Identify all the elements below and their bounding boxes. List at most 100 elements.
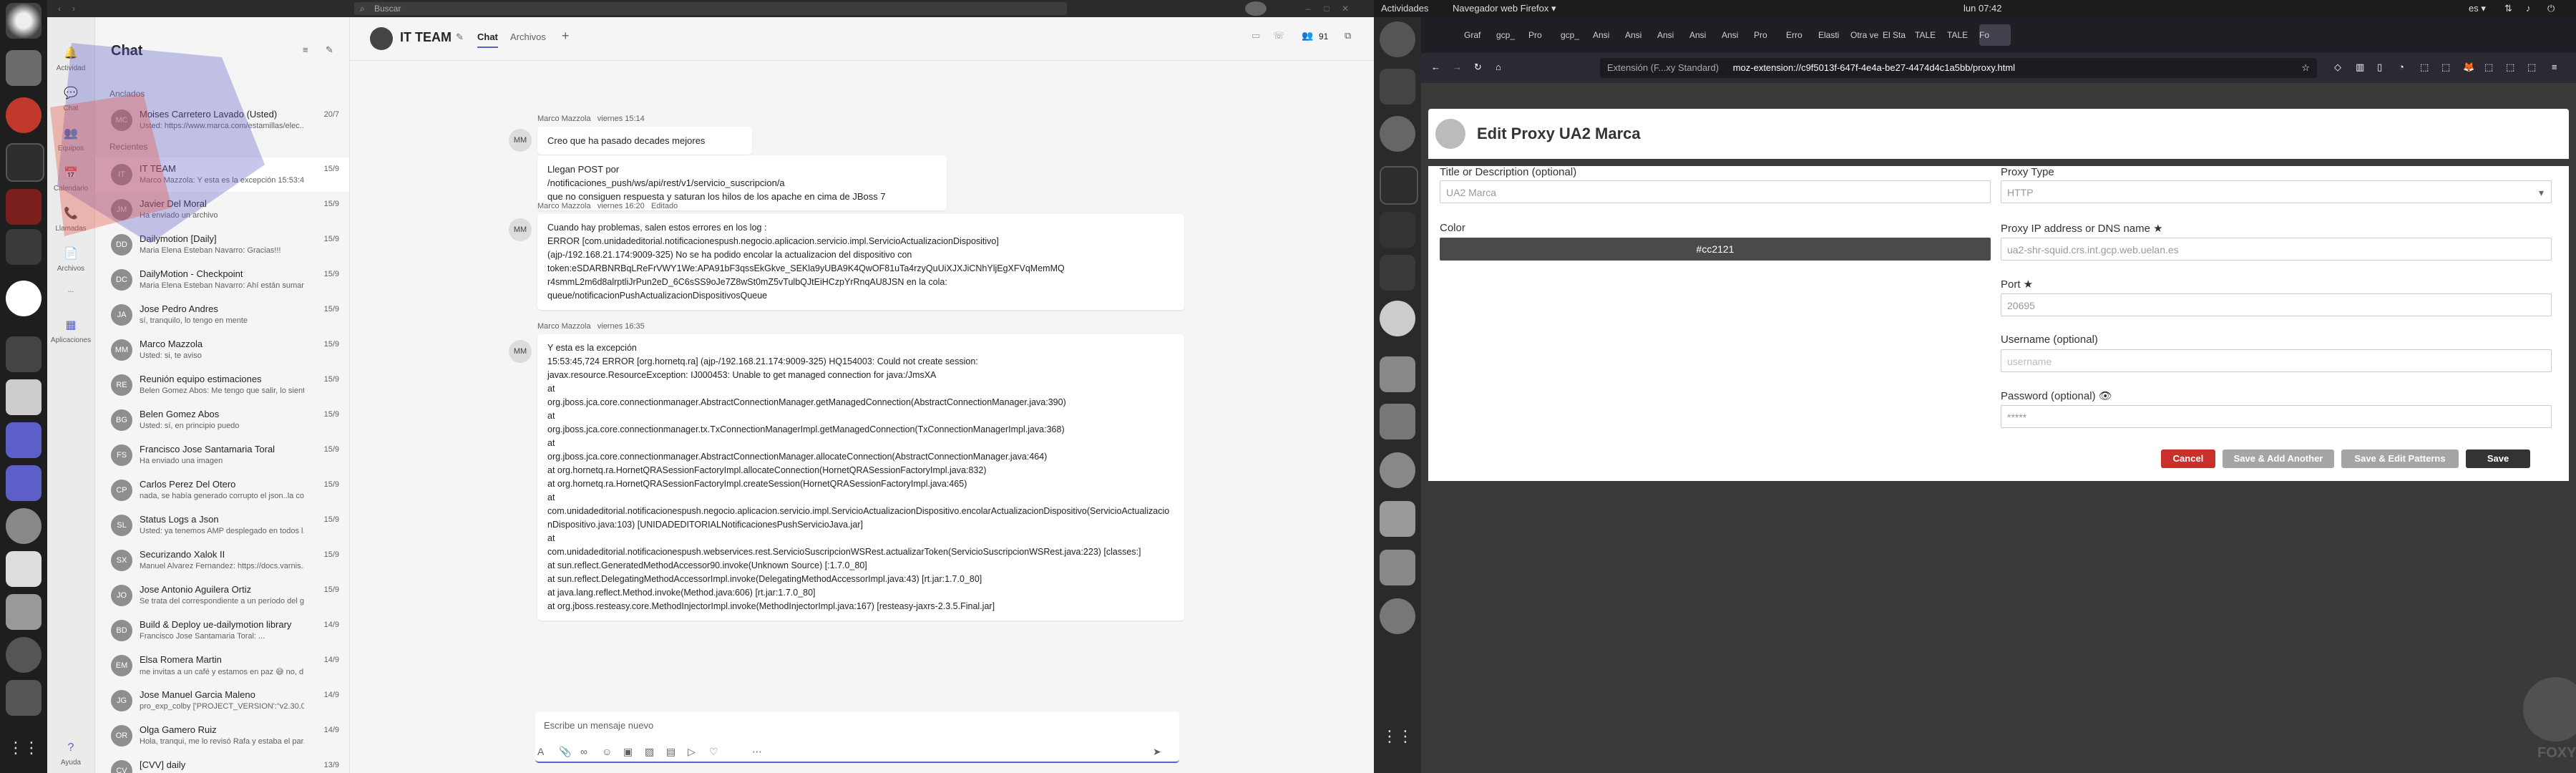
chat-list-item[interactable]: EM Elsa Romera Martin me invitas a un café… bbox=[95, 648, 349, 683]
more-options-icon[interactable]: ⋯ bbox=[752, 746, 762, 758]
chat-list-item[interactable]: JA Jose Pedro Andres sí, tranquilo, lo ten… bbox=[95, 298, 349, 332]
url-bar[interactable]: Extensión (F...xy Standard) moz-extensio… bbox=[1600, 58, 2317, 78]
browser-tab[interactable]: TALE bbox=[1947, 24, 1979, 46]
pocket-icon[interactable]: ◇ bbox=[2334, 62, 2341, 73]
browser-tab[interactable]: gcp_ bbox=[1496, 24, 1528, 46]
save-button[interactable]: Save bbox=[2466, 449, 2530, 468]
software-icon[interactable] bbox=[1380, 598, 1415, 634]
terminal-icon[interactable] bbox=[6, 143, 44, 182]
chat-list-item[interactable]: CP Carlos Perez Del Otero nada, se había g… bbox=[95, 473, 349, 507]
extension-icon-4[interactable]: ⬚ bbox=[2506, 62, 2514, 73]
network-icon[interactable]: ⇅ bbox=[2504, 3, 2512, 14]
extension-icon-5[interactable]: ⬚ bbox=[2527, 62, 2536, 73]
disk-icon[interactable] bbox=[1380, 550, 1415, 585]
browser-tab[interactable]: Pro bbox=[1754, 24, 1785, 46]
extension-icon-3[interactable]: ⬚ bbox=[2484, 62, 2493, 73]
disk-icon[interactable] bbox=[6, 594, 42, 630]
app-icon-files[interactable] bbox=[6, 50, 42, 86]
foxyproxy-icon[interactable]: 🦊 bbox=[2463, 62, 2474, 73]
color-input[interactable]: #cc2121 bbox=[1440, 238, 1991, 261]
text-editor-icon[interactable] bbox=[1380, 501, 1415, 537]
firefox-icon[interactable] bbox=[1380, 21, 1415, 57]
message-bubble[interactable]: Creo que ha pasado decades mejores bbox=[537, 127, 752, 155]
vscode-icon[interactable] bbox=[1380, 255, 1415, 291]
chat-list-item[interactable]: MM Marco Mazzola Usted: si, te aviso 15/9 bbox=[95, 333, 349, 367]
proxy-type-select[interactable]: HTTP ▾ bbox=[2001, 180, 2552, 203]
participants-icon[interactable]: 👥 bbox=[1302, 30, 1313, 42]
reload-icon[interactable]: ↻ bbox=[1474, 62, 1482, 73]
home-icon[interactable]: ⌂ bbox=[1496, 62, 1501, 72]
browser-tab[interactable]: Elasti bbox=[1818, 24, 1850, 46]
chat-list-item[interactable]: BG Belen Gomez Abos Usted: sí, en principi… bbox=[95, 403, 349, 437]
chat-list-item[interactable]: JO Jose Antonio Aguilera Ortiz Se trata de… bbox=[95, 578, 349, 613]
browser-tab[interactable]: Otra ve bbox=[1850, 24, 1882, 46]
vscode-icon[interactable] bbox=[6, 229, 42, 265]
chat-list-item[interactable]: FS Francisco Jose Santamaria Toral Ha envi… bbox=[95, 438, 349, 472]
popout-icon[interactable]: ⧉ bbox=[1345, 30, 1351, 42]
back-arrow-icon[interactable]: ‹ bbox=[54, 3, 65, 14]
loop-icon[interactable]: ∞ bbox=[580, 746, 587, 757]
browser-tab[interactable]: gcp_ bbox=[1561, 24, 1592, 46]
chat-list-item[interactable]: OR Olga Gamero Ruiz Hola, tranqui, me lo r… bbox=[95, 719, 349, 753]
new-chat-icon[interactable]: ✎ bbox=[326, 44, 333, 56]
bookmark-star-icon[interactable]: ☆ bbox=[2301, 58, 2310, 78]
show-apps-icon[interactable]: ⋮⋮ bbox=[6, 730, 42, 766]
send-icon[interactable]: ➤ bbox=[1153, 746, 1161, 758]
video-call-icon[interactable]: ▭ bbox=[1252, 30, 1260, 42]
chat-list-item[interactable]: DC DailyMotion - Checkpoint Maria Elena Es… bbox=[95, 263, 349, 297]
password-input[interactable]: ***** bbox=[2001, 405, 2552, 428]
volume-icon[interactable]: ♪ bbox=[2526, 3, 2531, 14]
account-icon[interactable]: ◔ bbox=[2399, 62, 2404, 72]
app-icon-generic[interactable] bbox=[6, 336, 42, 372]
browser-tab[interactable]: Ansi bbox=[1625, 24, 1657, 46]
teams-icon-2[interactable] bbox=[6, 465, 42, 501]
jug-icon[interactable] bbox=[1380, 356, 1415, 392]
text-editor-icon[interactable] bbox=[6, 551, 42, 587]
audio-call-icon[interactable]: ☏ bbox=[1273, 30, 1284, 42]
language-selector[interactable]: es ▾ bbox=[2469, 3, 2486, 14]
chat-list-item[interactable]: SX Securizando Xalok II Manuel Alvarez Fer… bbox=[95, 543, 349, 578]
phpstorm-icon[interactable] bbox=[1380, 212, 1415, 248]
browser-tab[interactable]: El Sta bbox=[1883, 24, 1914, 46]
close-icon[interactable]: ✕ bbox=[1340, 3, 1351, 14]
forward-arrow-icon[interactable]: › bbox=[68, 3, 79, 14]
jug-icon[interactable] bbox=[6, 379, 42, 415]
chat-list-item[interactable]: JG Jose Manuel Garcia Maleno pro_exp_colby… bbox=[95, 684, 349, 718]
back-icon[interactable]: ← bbox=[1431, 62, 1440, 72]
obs-icon[interactable] bbox=[1380, 452, 1415, 488]
search-input[interactable]: Buscar ⌕ bbox=[354, 2, 1067, 15]
chat-list-item[interactable]: CV[CVV] dailyBelen Gomez Abos: Hemos ten… bbox=[95, 754, 349, 773]
add-tab-icon[interactable]: + bbox=[562, 29, 570, 44]
files-icon[interactable] bbox=[1380, 69, 1415, 104]
browser-tab[interactable]: Ansi bbox=[1722, 24, 1753, 46]
terminal-icon[interactable] bbox=[1380, 166, 1418, 205]
rail-more[interactable]: ... bbox=[47, 286, 94, 294]
help-icon[interactable] bbox=[1380, 116, 1415, 152]
phpstorm-icon[interactable] bbox=[6, 189, 42, 225]
avatar[interactable] bbox=[1245, 1, 1267, 16]
cancel-button[interactable]: Cancel bbox=[2161, 449, 2215, 468]
teams-icon[interactable] bbox=[1380, 404, 1415, 439]
forward-icon[interactable]: → bbox=[1453, 62, 1462, 72]
extension-icon-2[interactable]: ⬚ bbox=[2441, 62, 2450, 73]
rail-apps[interactable]: ▦ Aplicaciones bbox=[47, 318, 94, 344]
menu-icon[interactable]: ≡ bbox=[2552, 62, 2557, 72]
teams-icon[interactable] bbox=[6, 422, 42, 458]
gif-icon[interactable]: ▣ bbox=[623, 746, 633, 758]
format-icon[interactable]: A bbox=[537, 746, 544, 757]
software-icon[interactable] bbox=[6, 637, 42, 673]
schedule-icon[interactable]: ▷ bbox=[688, 746, 696, 758]
help-icon[interactable] bbox=[6, 97, 42, 133]
browser-tab[interactable]: Erro bbox=[1786, 24, 1818, 46]
save-add-another-button[interactable]: Save & Add Another bbox=[2223, 449, 2334, 468]
show-apps-icon[interactable]: ⋮⋮ bbox=[1380, 719, 1415, 754]
rail-help[interactable]: ? Ayuda bbox=[47, 740, 94, 767]
sidebar-icon[interactable]: ▯ bbox=[2377, 62, 2382, 73]
app-icon-activities[interactable] bbox=[6, 3, 42, 39]
browser-tab[interactable]: Ansi bbox=[1689, 24, 1721, 46]
chrome-icon[interactable] bbox=[6, 281, 42, 316]
browser-tab[interactable]: Ansi bbox=[1593, 24, 1624, 46]
browser-tab[interactable]: Pro bbox=[1528, 24, 1560, 46]
save-edit-patterns-button[interactable]: Save & Edit Patterns bbox=[2341, 449, 2459, 468]
message-bubble[interactable]: Y esta es la excepción 15:53:45,724 ERROR… bbox=[537, 334, 1184, 621]
